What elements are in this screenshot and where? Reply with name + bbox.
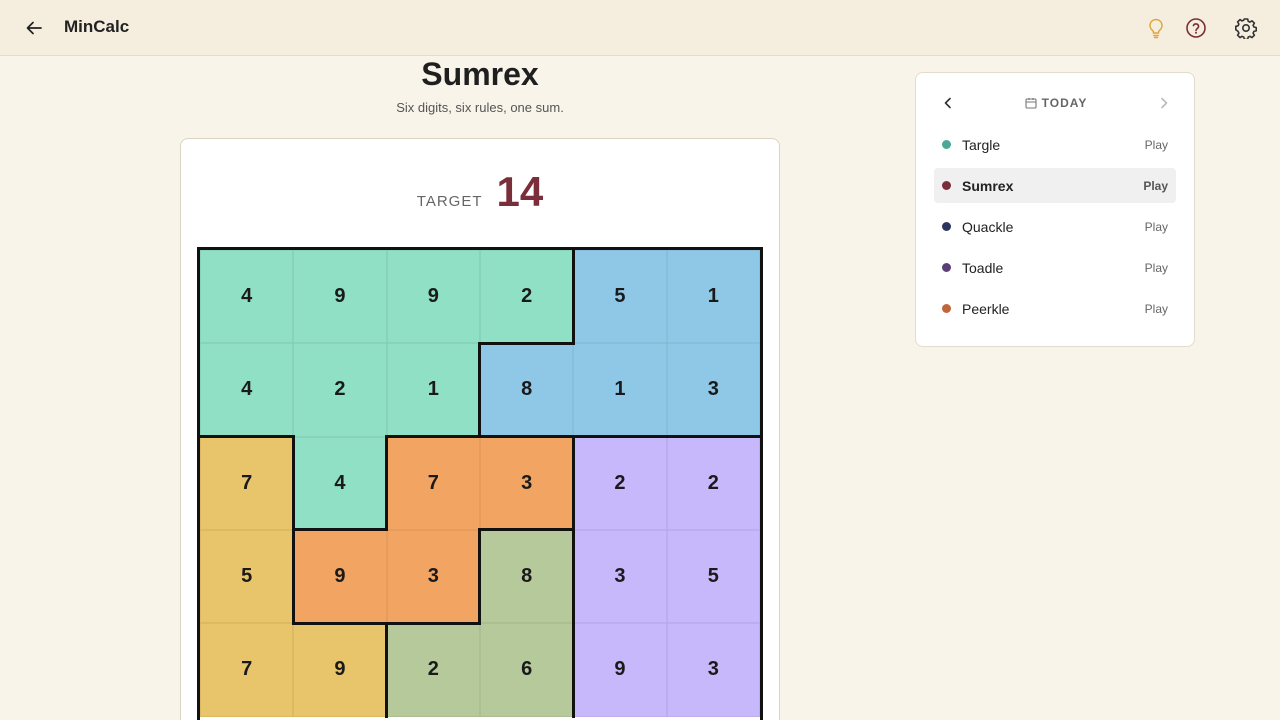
region-border xyxy=(291,621,389,625)
region-border xyxy=(291,528,295,625)
previous-day-button[interactable] xyxy=(938,93,958,113)
play-button[interactable]: Play xyxy=(1145,220,1168,234)
game-color-dot xyxy=(942,263,951,272)
game-name: Quackle xyxy=(962,218,1014,235)
region-border xyxy=(291,528,389,532)
game-color-dot xyxy=(942,304,951,313)
grid-cell[interactable]: 8 xyxy=(479,343,574,437)
game-name: Targle xyxy=(962,136,1001,153)
date-navigation: TODAY xyxy=(916,87,1196,119)
next-day-button[interactable] xyxy=(1154,93,1174,113)
game-item-peerkle[interactable]: Peerkle Play xyxy=(934,291,1176,326)
region-border xyxy=(665,435,762,439)
region-border xyxy=(385,435,482,439)
grid-cell[interactable]: 5 xyxy=(200,529,294,624)
game-color-dot xyxy=(942,222,951,231)
region-border xyxy=(478,528,575,532)
game-color-dot xyxy=(942,181,951,190)
region-border xyxy=(478,528,482,625)
region-border xyxy=(571,435,575,532)
region-border xyxy=(571,621,575,719)
region-border xyxy=(198,435,295,439)
play-button[interactable]: Play xyxy=(1143,179,1168,193)
gear-icon xyxy=(1235,18,1257,39)
region-border xyxy=(478,341,575,345)
date-label: TODAY xyxy=(1006,96,1106,110)
puzzle-grid: 499251421813747322593835792693 xyxy=(197,247,763,720)
chevron-left-icon xyxy=(944,97,951,109)
calendar-icon xyxy=(1025,98,1037,109)
top-bar: MinCalc xyxy=(0,0,1280,56)
app-title: MinCalc xyxy=(64,17,130,36)
grid-cell[interactable]: 2 xyxy=(666,436,760,530)
grid-cell[interactable]: 9 xyxy=(293,250,387,344)
chevron-right-icon xyxy=(1161,97,1168,109)
game-item-toadle[interactable]: Toadle Play xyxy=(934,250,1176,285)
grid-cell[interactable]: 2 xyxy=(479,250,574,344)
region-border xyxy=(385,621,389,719)
question-circle-icon xyxy=(1186,18,1206,38)
game-name: Sumrex xyxy=(962,177,1014,194)
grid-cell[interactable]: 3 xyxy=(666,343,760,437)
grid-cell[interactable]: 7 xyxy=(386,436,480,530)
grid-cell[interactable]: 1 xyxy=(666,250,760,344)
grid-cell[interactable]: 1 xyxy=(573,343,667,437)
grid-cell[interactable]: 3 xyxy=(386,529,480,624)
grid-cell[interactable]: 5 xyxy=(573,250,667,344)
grid-cell[interactable]: 4 xyxy=(200,343,294,437)
grid-cell[interactable]: 8 xyxy=(479,529,574,624)
grid-cell[interactable]: 2 xyxy=(386,623,480,717)
region-border xyxy=(385,435,389,532)
play-button[interactable]: Play xyxy=(1145,138,1168,152)
grid-cell[interactable]: 9 xyxy=(573,623,667,717)
grid-cell[interactable]: 3 xyxy=(573,529,667,624)
region-border xyxy=(478,435,575,439)
grid-cell[interactable]: 1 xyxy=(386,343,480,437)
game-subtitle: Six digits, six rules, one sum. xyxy=(396,100,564,115)
grid-cell[interactable]: 9 xyxy=(293,623,387,717)
help-button[interactable] xyxy=(1182,14,1210,42)
game-name: Peerkle xyxy=(962,300,1010,317)
region-border xyxy=(291,435,295,532)
region-border xyxy=(571,248,575,345)
back-button[interactable] xyxy=(20,14,48,42)
play-button[interactable]: Play xyxy=(1145,302,1168,316)
game-switcher-panel: TODAY Targle Play Sumrex Play Quackle Play Toa… xyxy=(915,72,1195,347)
grid-cell[interactable]: 7 xyxy=(200,436,294,530)
region-border xyxy=(571,435,669,439)
grid-cell[interactable]: 4 xyxy=(293,436,387,530)
game-title: Sumrex xyxy=(421,56,539,92)
lightbulb-icon xyxy=(1149,18,1163,39)
grid-cell[interactable]: 2 xyxy=(573,436,667,530)
target-row: TARGET 14 xyxy=(180,168,780,216)
date-text: TODAY xyxy=(1041,96,1088,110)
grid-cell[interactable]: 7 xyxy=(200,623,294,717)
target-value: 14 xyxy=(496,168,544,215)
region-border xyxy=(478,341,482,439)
arrow-left-icon xyxy=(26,21,42,35)
game-item-targle[interactable]: Targle Play xyxy=(934,127,1176,162)
target-label: TARGET xyxy=(416,193,483,210)
game-name: Toadle xyxy=(962,259,1004,276)
grid-cell[interactable]: 3 xyxy=(666,623,760,717)
settings-button[interactable] xyxy=(1232,14,1260,42)
hint-button[interactable] xyxy=(1142,14,1170,42)
game-color-dot xyxy=(942,140,951,149)
region-border xyxy=(385,621,482,625)
grid-cell[interactable]: 9 xyxy=(386,250,480,344)
grid-cell[interactable]: 5 xyxy=(666,529,760,624)
grid-cell[interactable]: 9 xyxy=(293,529,387,624)
play-button[interactable]: Play xyxy=(1145,261,1168,275)
grid-cell[interactable]: 4 xyxy=(200,250,294,344)
game-list: Targle Play Sumrex Play Quackle Play Toadle Pla… xyxy=(934,127,1176,332)
game-item-sumrex[interactable]: Sumrex Play xyxy=(934,168,1176,203)
grid-cell[interactable]: 2 xyxy=(293,343,387,437)
region-border xyxy=(571,528,575,625)
grid-cell[interactable]: 6 xyxy=(479,623,574,717)
game-item-quackle[interactable]: Quackle Play xyxy=(934,209,1176,244)
grid-cell[interactable]: 3 xyxy=(479,436,574,530)
